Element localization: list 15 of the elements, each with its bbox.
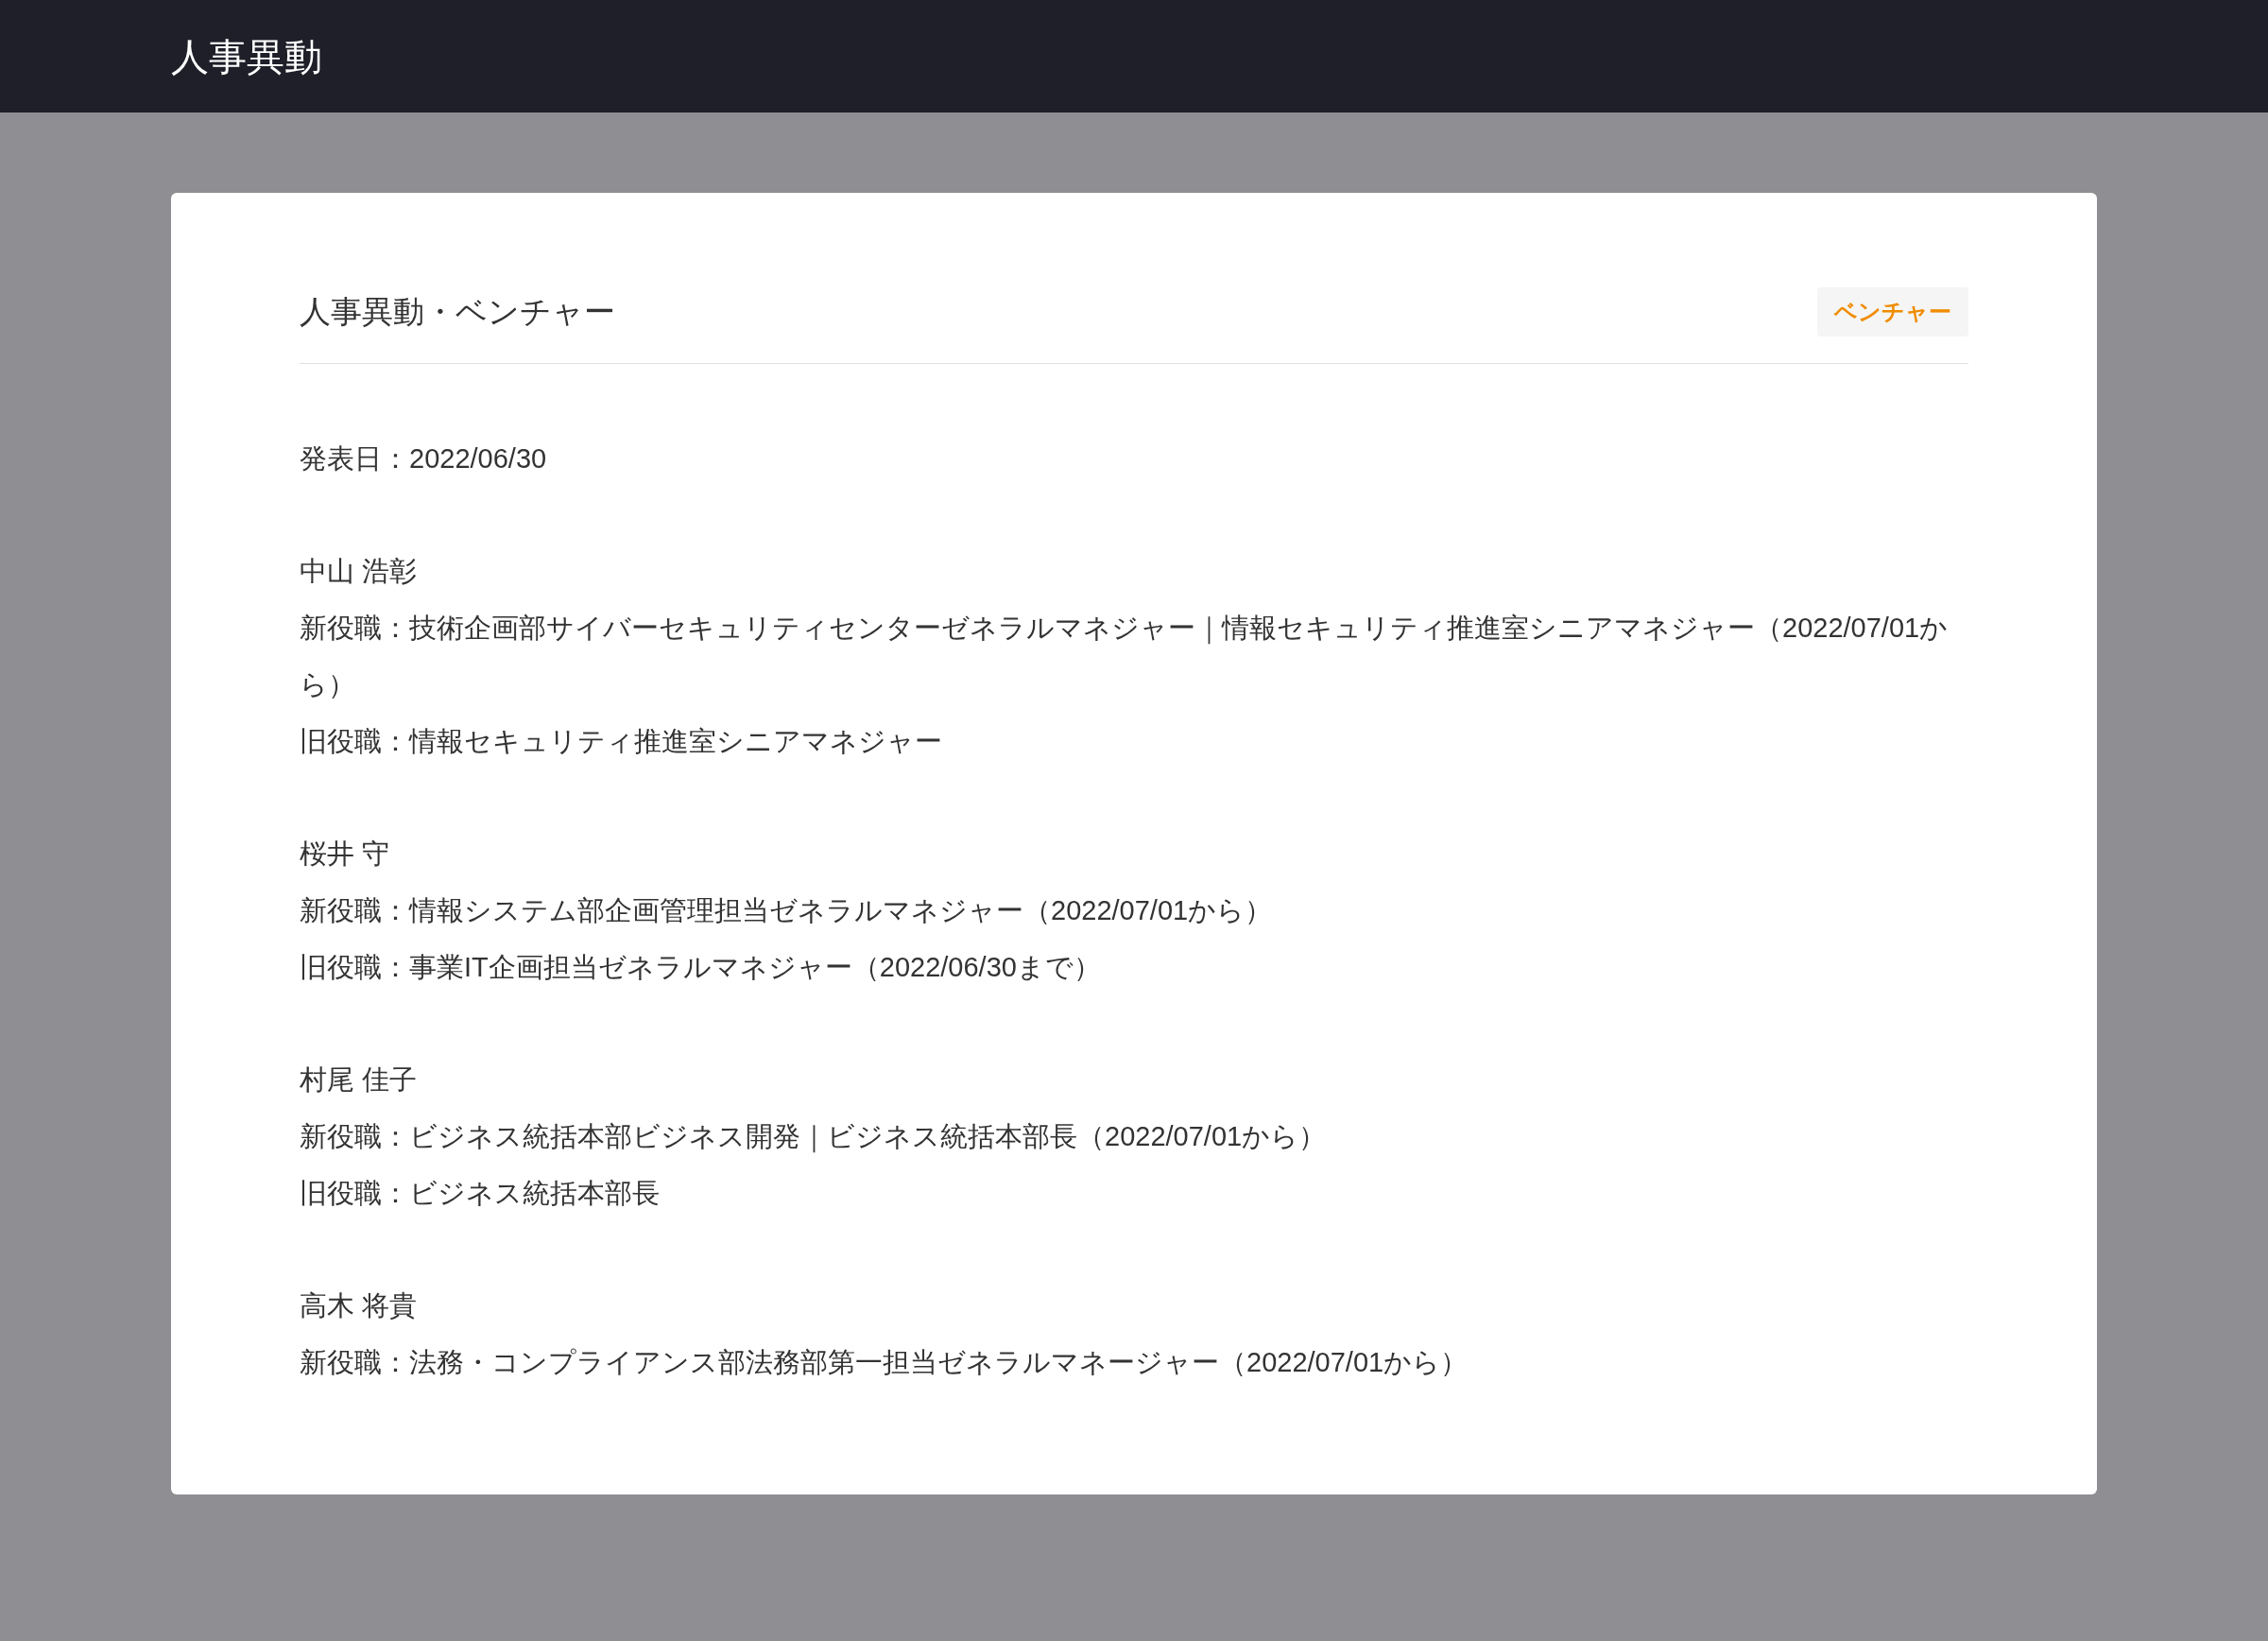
position-text: 新役職：情報システム部企画管理担当ゼネラルマネジャー（2022/07/01から） — [300, 894, 1274, 927]
position-text: 旧役職：ビジネス統括本部長 — [300, 1177, 661, 1210]
category-tag: ベンチャー — [1817, 287, 1968, 337]
position-text: 新役職：ビジネス統括本部ビジネス開発｜ビジネス統括本部長（2022/07/01から） — [300, 1120, 1328, 1155]
card-title: 人事異動・ベンチャー — [300, 293, 615, 332]
position-text: 旧役職：情報セキュリティ推進室シニアマネジャー — [300, 725, 943, 758]
person-name: 村尾 佳子 — [300, 1063, 419, 1097]
announcement-date: 発表日：2022/06/30 — [300, 442, 548, 475]
person-name: 中山 浩彰 — [300, 555, 419, 588]
position-text: 旧役職：事業IT企画担当ゼネラルマネジャー（2022/06/30まで） — [300, 951, 1102, 984]
position-text: 新役職：法務・コンプライアンス部法務部第一担当ゼネラルマネージャー（2022/07/01から） — [300, 1346, 1469, 1379]
page-title: 人事異動 — [171, 34, 322, 79]
position-text: 新役職：技術企画部サイバーセキュリティセンターゼネラルマネジャー｜情報セキュリティ推進室シニアマネジャー（2022/07/01から） — [300, 612, 1950, 701]
person-name: 高木 将貴 — [300, 1289, 419, 1322]
person-name: 桜井 守 — [300, 838, 391, 871]
